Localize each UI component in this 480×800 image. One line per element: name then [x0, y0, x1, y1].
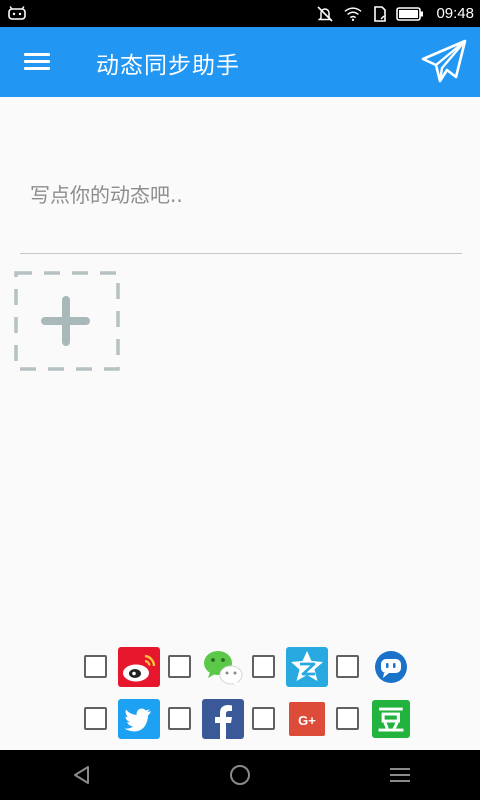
share-item-weibo [84, 646, 160, 687]
share-row: G+ 豆 [84, 696, 414, 741]
qzone-checkbox[interactable] [252, 655, 275, 678]
share-targets: G+ 豆 [84, 644, 414, 748]
share-item-talk [336, 647, 412, 687]
status-text-input[interactable] [20, 150, 462, 220]
home-icon[interactable] [226, 763, 254, 787]
status-time: 09:48 [436, 5, 474, 22]
share-item-qzone [252, 646, 328, 687]
wechat-icon[interactable] [202, 647, 244, 687]
share-item-douban: 豆 [336, 699, 412, 739]
sim-icon [374, 5, 387, 22]
back-icon[interactable] [68, 763, 96, 787]
system-nav-bar [0, 750, 480, 800]
weibo-icon[interactable] [118, 646, 160, 687]
google-plus-icon[interactable]: G+ [286, 699, 328, 739]
status-bar: 09:48 [0, 0, 480, 27]
facebook-icon[interactable] [202, 698, 244, 739]
google-plus-label: G+ [298, 713, 316, 728]
battery-icon [396, 6, 424, 21]
share-item-googleplus: G+ [252, 699, 328, 739]
chat-bubble-icon[interactable] [370, 647, 412, 687]
plus-icon [41, 296, 90, 346]
mute-icon [317, 5, 334, 22]
paper-plane-icon[interactable] [420, 39, 468, 85]
douban-checkbox[interactable] [336, 707, 359, 730]
compose-area [20, 150, 462, 254]
share-item-wechat [168, 647, 244, 687]
android-notification-icon [8, 6, 26, 20]
hamburger-menu-icon[interactable] [18, 47, 58, 77]
googleplus-checkbox[interactable] [252, 707, 275, 730]
weibo-checkbox[interactable] [84, 655, 107, 678]
share-row [84, 644, 414, 689]
wifi-icon [344, 6, 362, 21]
share-item-twitter [84, 698, 160, 739]
facebook-checkbox[interactable] [168, 707, 191, 730]
douban-icon[interactable]: 豆 [370, 699, 412, 739]
douban-label: 豆 [378, 706, 405, 737]
page-title: 动态同步助手 [96, 53, 240, 79]
twitter-icon[interactable] [118, 698, 160, 739]
twitter-checkbox[interactable] [84, 707, 107, 730]
talk-checkbox[interactable] [336, 655, 359, 678]
qzone-icon[interactable] [286, 646, 328, 687]
share-item-facebook [168, 698, 244, 739]
menu-icon[interactable] [386, 763, 414, 787]
wechat-checkbox[interactable] [168, 655, 191, 678]
add-photo-button[interactable] [14, 271, 120, 371]
app-bar: 动态同步助手 [0, 27, 480, 97]
